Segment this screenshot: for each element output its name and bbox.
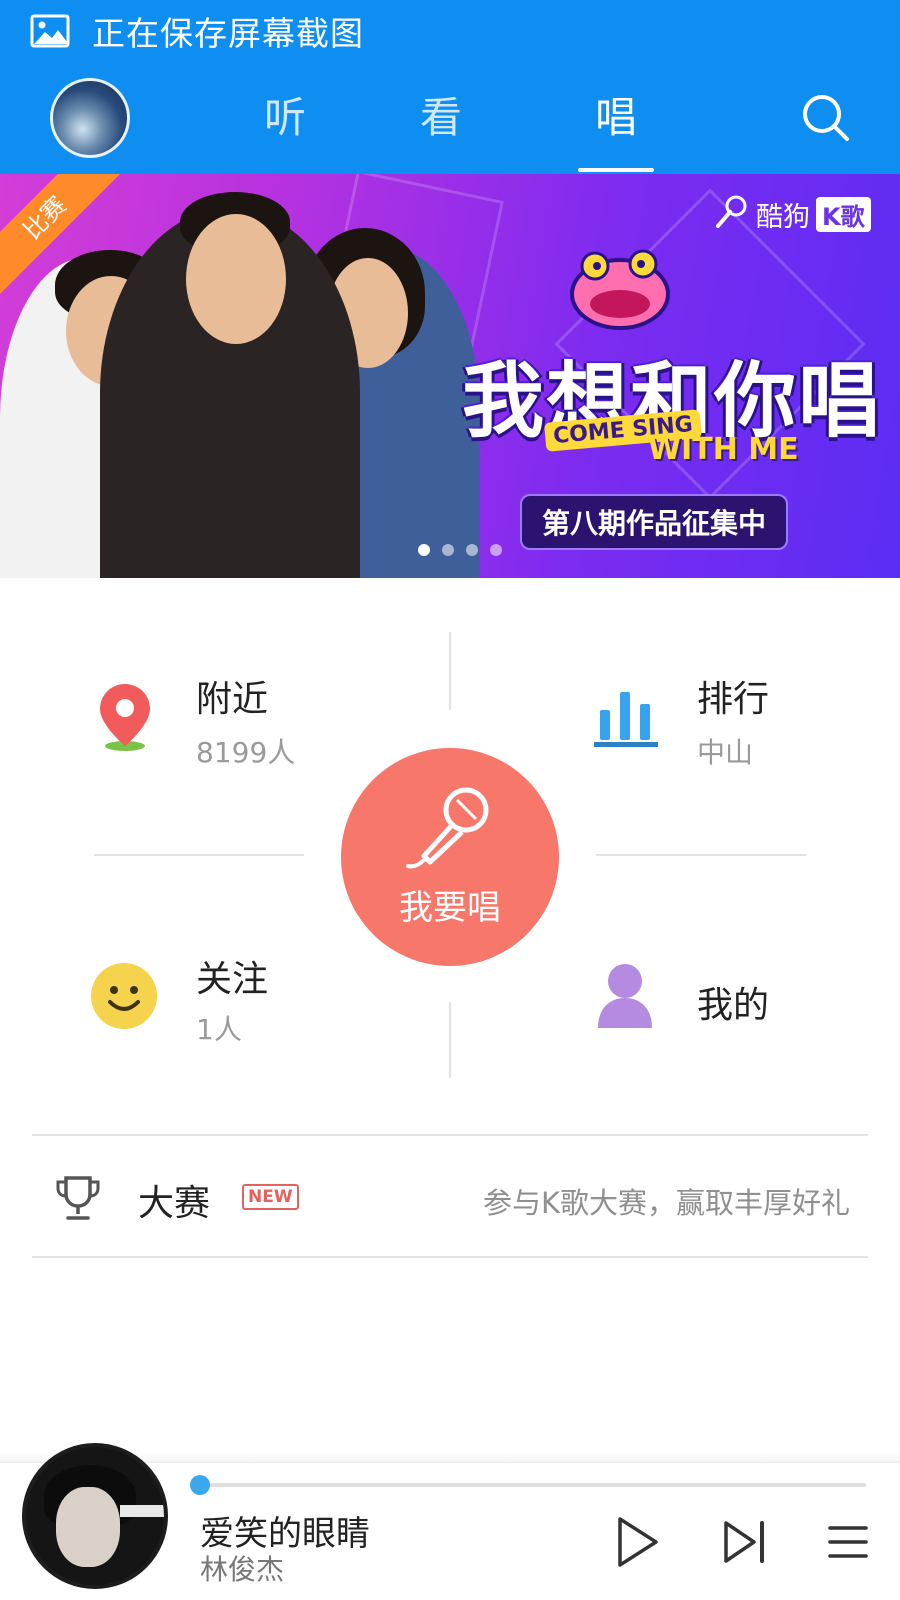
tab-sing[interactable]: 唱 [571,84,661,145]
brand-name: 酷狗 [756,201,810,233]
trophy-icon [56,1176,100,1220]
play-icon[interactable] [616,1516,660,1568]
nearby-title: 附近 [196,679,269,720]
active-tab-indicator [578,168,654,172]
promo-subtitle-en-2: WITH ME [648,432,799,467]
user-avatar[interactable] [50,78,130,158]
singer-center [100,192,360,578]
carousel-dots[interactable] [418,544,502,556]
microphone-icon [406,787,489,868]
mascot-icon [570,249,670,330]
playlist-icon[interactable] [826,1522,870,1562]
progress-knob[interactable] [190,1475,210,1495]
tab-watch[interactable]: 看 [396,84,486,145]
album-art[interactable] [22,1443,168,1589]
grid-divider [94,854,304,856]
top-header: 听 看 唱 [0,62,900,174]
mine-title: 我的 [697,985,770,1026]
tab-listen[interactable]: 听 [240,84,330,145]
next-icon[interactable] [722,1520,768,1564]
carousel-dot[interactable] [418,544,430,556]
follow-count: 1人 [196,1013,242,1046]
carousel-dot[interactable] [466,544,478,556]
sing-button-label: 我要唱 [399,887,501,928]
contest-title: 大赛 [138,1183,211,1224]
search-icon[interactable] [800,92,852,144]
nearby-count: 8199人 [196,736,296,769]
status-bar: 正在保存屏幕截图 [0,0,900,62]
grid-divider [596,854,806,856]
carousel-dot[interactable] [442,544,454,556]
status-text: 正在保存屏幕截图 [92,14,364,53]
sing-button[interactable]: 我要唱 [341,748,559,966]
contest-description: 参与K歌大赛，赢取丰厚好礼 [482,1186,850,1220]
person-icon [598,964,652,1028]
brand-logo: 酷狗 K歌 [710,194,871,234]
promo-tagline: 第八期作品征集中 [520,494,789,550]
bar-chart-icon [594,692,658,747]
ranking-title: 排行 [697,679,770,720]
new-badge: NEW [242,1184,299,1210]
follow-title: 关注 [196,959,269,1000]
promo-banner[interactable]: 比赛 酷狗 K歌 我想和你唱 COME SING WITH ME 第八期作品征集… [0,174,900,578]
carousel-dot[interactable] [490,544,502,556]
progress-bar[interactable] [190,1475,866,1495]
brand-k-badge: K歌 [816,196,871,232]
grid-divider [449,1002,451,1078]
image-icon [30,14,70,48]
contest-row[interactable]: 大赛 NEW 参与K歌大赛，赢取丰厚好礼 [32,1134,868,1258]
location-pin-icon [100,684,150,751]
ranking-location: 中山 [697,736,754,769]
smiley-icon [91,963,157,1029]
microphone-icon [716,195,747,228]
song-artist: 林俊杰 [200,1553,285,1586]
grid-divider [449,632,451,710]
